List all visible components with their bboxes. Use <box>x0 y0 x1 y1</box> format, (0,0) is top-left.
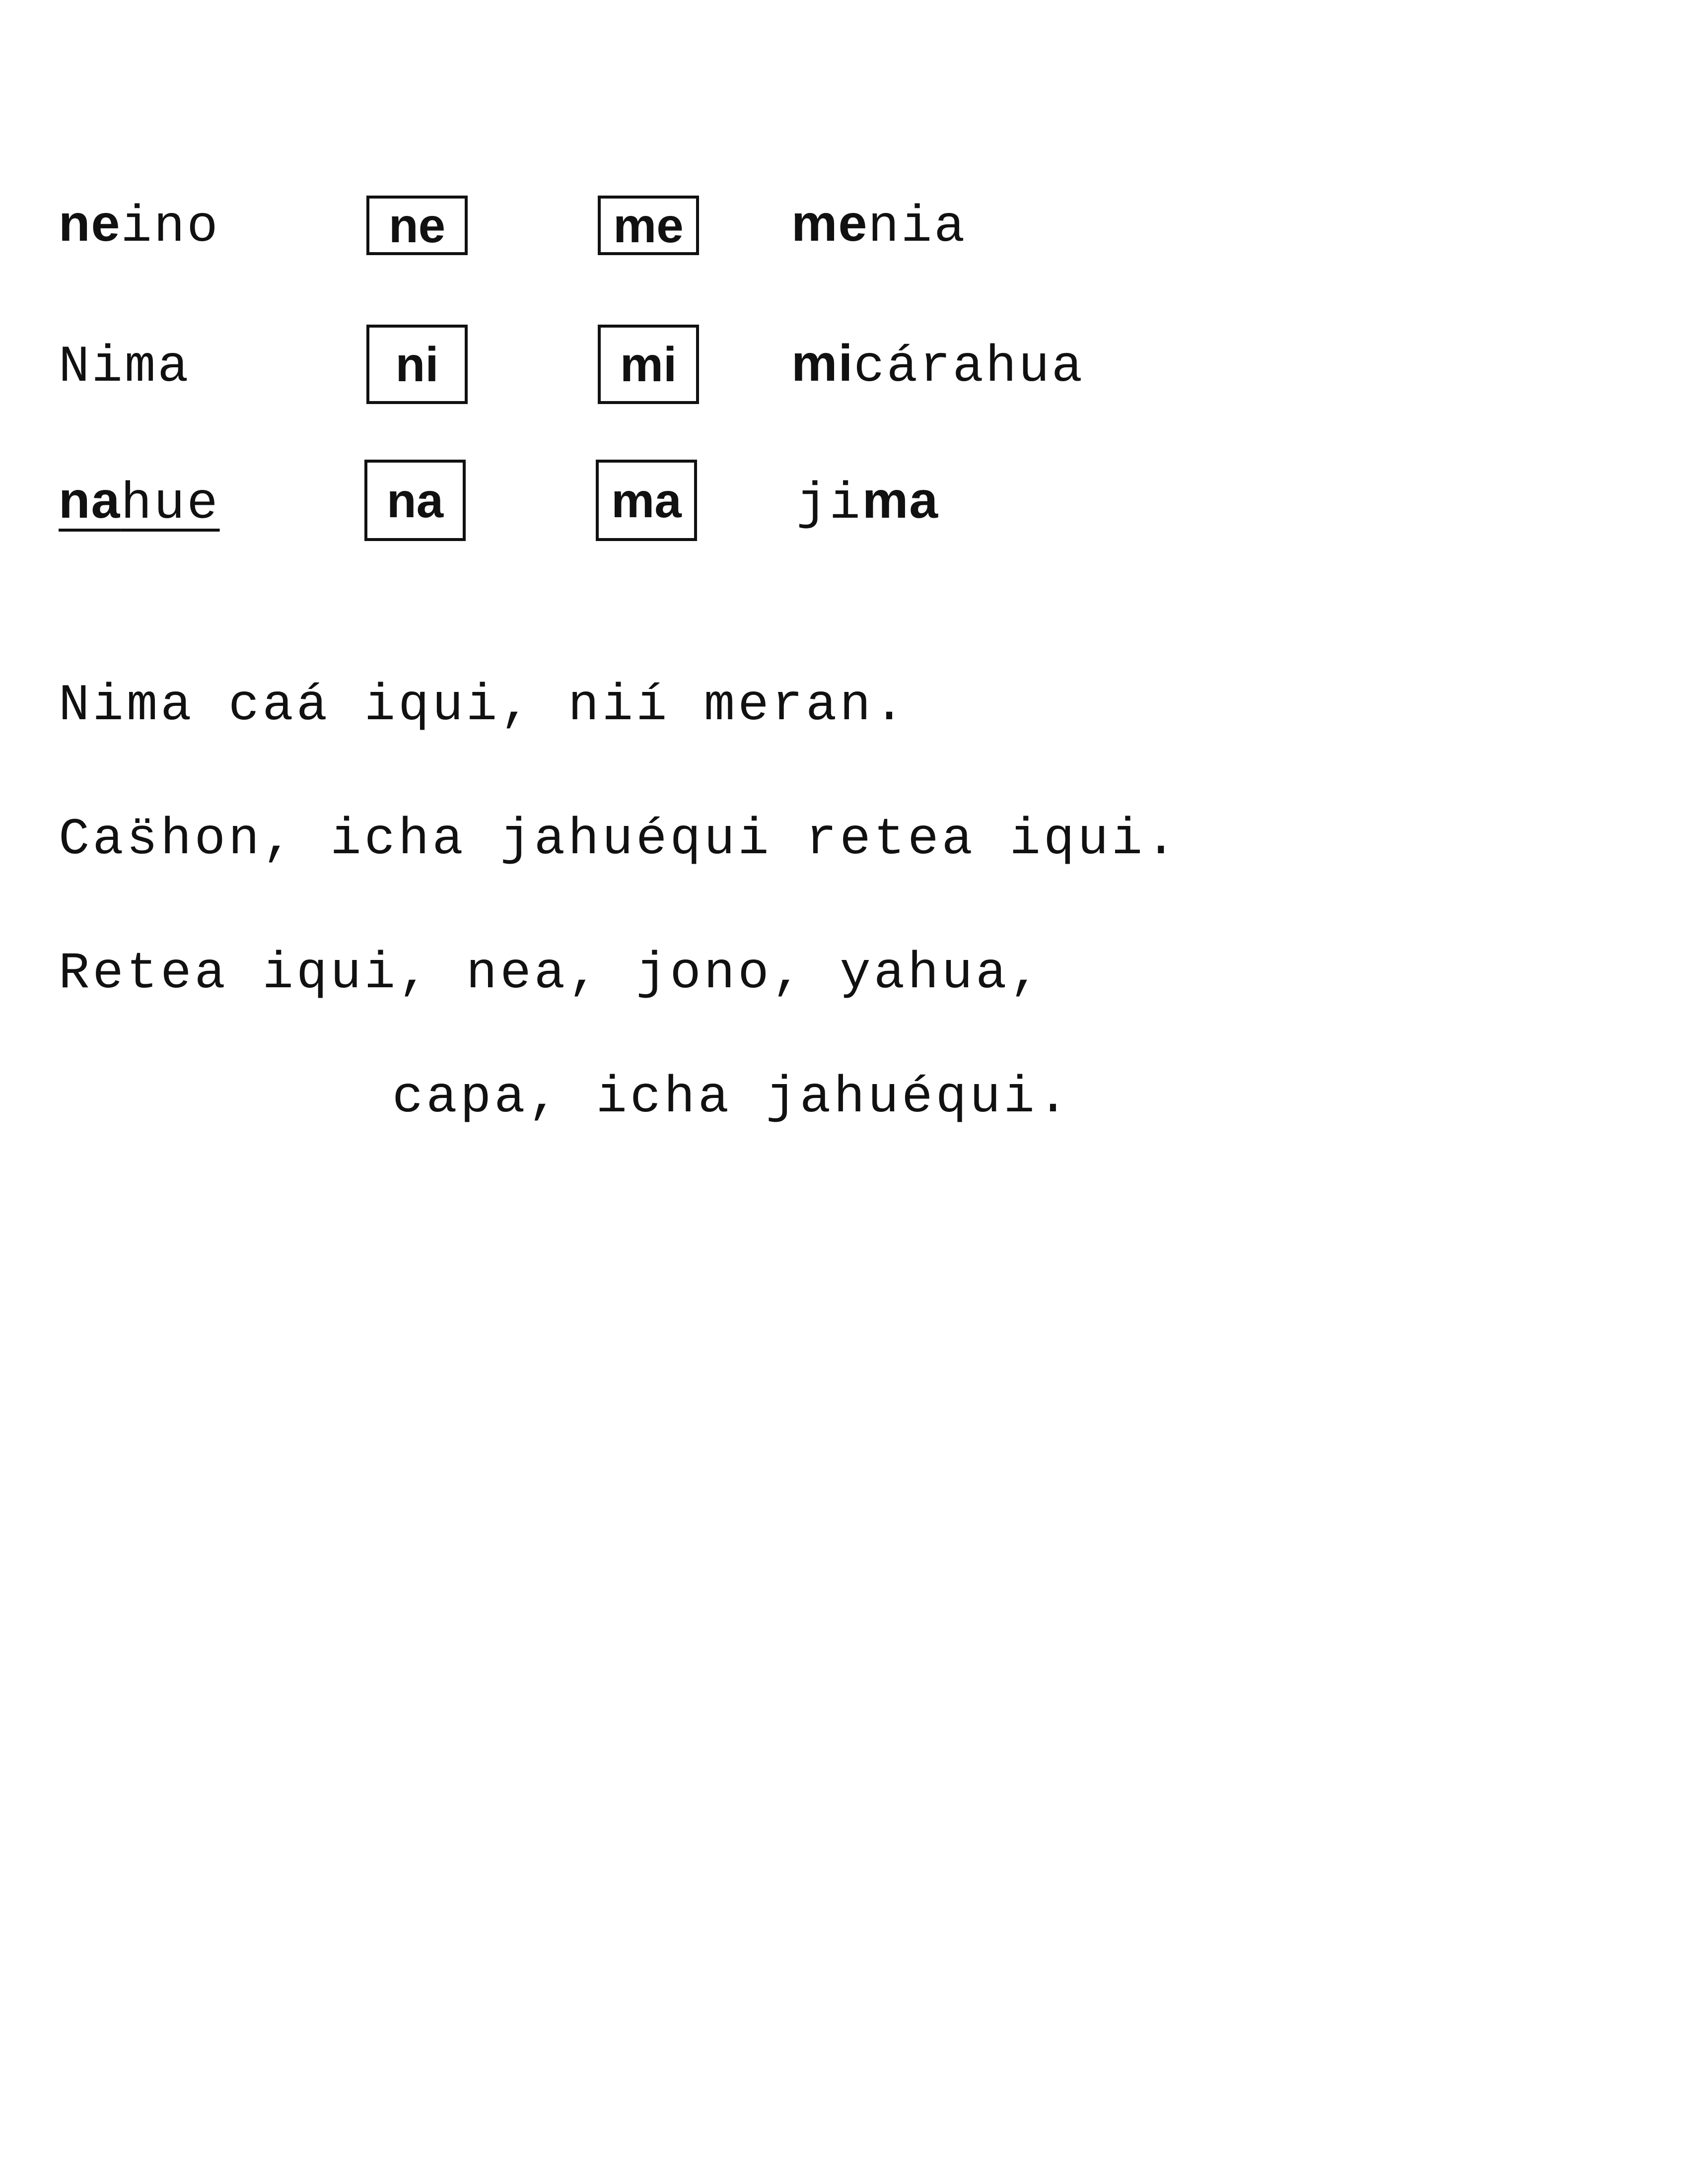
right-word-micarahua: micárahua <box>791 338 1084 393</box>
word-bold-part: mi <box>791 335 854 392</box>
word-bold-part: me <box>791 195 868 252</box>
sentence-3: Retea iqui, nea, jono, yahua, <box>59 945 1044 1003</box>
syllable-box-me: me <box>598 196 699 255</box>
syllable-box-na: na <box>364 460 466 541</box>
word-bold-part: na <box>59 472 121 529</box>
word-bold-part: ma <box>862 472 939 529</box>
word-rest-part: ino <box>121 198 220 257</box>
syllable-box-ma: ma <box>596 460 697 541</box>
left-word-neino: neino <box>59 198 220 253</box>
left-word-nahue: nahue <box>59 475 220 530</box>
sentence-2: Cas̈hon, icha jahuéqui retea iqui. <box>59 811 1180 869</box>
left-word-nima: Nima <box>59 338 191 393</box>
syllable-box-mi: mi <box>598 325 699 404</box>
syllable-box-ni: ni <box>366 325 468 404</box>
syllable-box-ne: ne <box>366 196 468 255</box>
word-rest-part: hue <box>121 475 220 534</box>
word-rest-part: nia <box>868 198 967 257</box>
page: neino ne me menia Nima ni mi micárahua n… <box>0 0 1688 2184</box>
underlined-word: nahue <box>59 475 220 534</box>
right-word-jima: jima <box>796 475 939 530</box>
sentence-1: Nima caá iqui, nií meran. <box>59 677 908 735</box>
right-word-menia: menia <box>791 198 967 253</box>
word-rest-part: cárahua <box>853 338 1085 397</box>
word-bold-part: ne <box>59 195 121 252</box>
word-rest-part: Nima <box>59 338 191 397</box>
sentence-4: capa, icha jahuéqui. <box>392 1069 1072 1127</box>
word-plain-part: ji <box>796 475 862 534</box>
